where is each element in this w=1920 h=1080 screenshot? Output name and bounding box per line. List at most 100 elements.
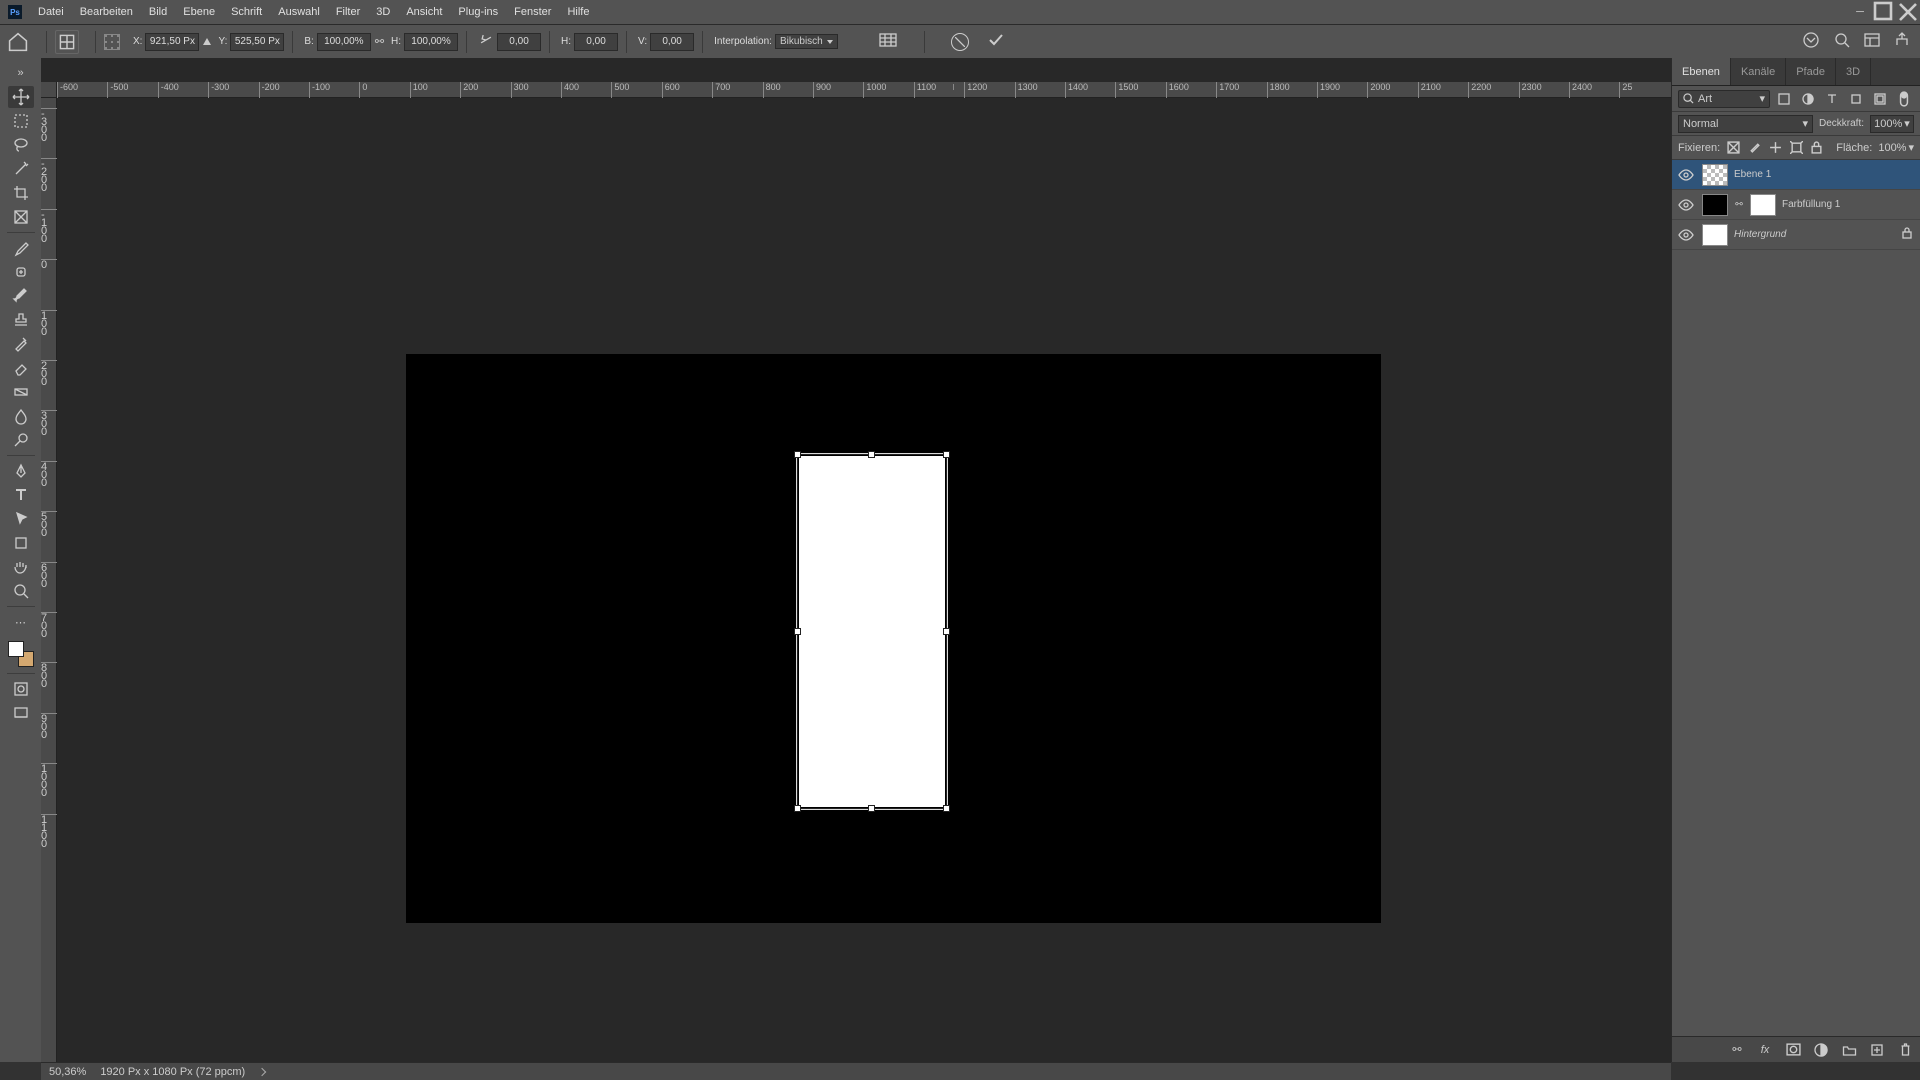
dodge-tool[interactable] <box>8 429 34 451</box>
link-icon[interactable]: ⚯ <box>375 35 384 48</box>
doc-info-readout[interactable]: 1920 Px x 1080 Px (72 ppcm) <box>100 1066 245 1078</box>
chevron-right-icon[interactable] <box>258 1067 266 1075</box>
menu-auswahl[interactable]: Auswahl <box>270 0 328 24</box>
skew-h-input[interactable] <box>574 33 618 51</box>
layer-row-farbfuellung-1[interactable]: ⚯ Farbfüllung 1 <box>1672 190 1920 220</box>
brush-tool[interactable] <box>8 285 34 307</box>
layer-name[interactable]: Farbfüllung 1 <box>1782 199 1916 210</box>
opacity-input[interactable]: 100%▾ <box>1870 115 1914 133</box>
blend-mode-select[interactable]: Normal▾ <box>1678 115 1813 133</box>
foreground-color-swatch[interactable] <box>8 641 24 657</box>
menu-fenster[interactable]: Fenster <box>506 0 559 24</box>
layer-filter-select[interactable]: Art ▾ <box>1678 90 1770 108</box>
transform-tool-icon[interactable] <box>55 30 79 54</box>
filter-type-icon[interactable] <box>1822 90 1842 108</box>
pen-tool[interactable] <box>8 460 34 482</box>
history-brush-tool[interactable] <box>8 333 34 355</box>
height-input[interactable] <box>404 33 458 51</box>
lock-all-icon[interactable] <box>1809 140 1824 156</box>
window-close-button[interactable] <box>1896 0 1920 24</box>
new-group-button[interactable] <box>1840 1041 1858 1059</box>
interpolation-select[interactable]: Bikubisch <box>775 34 838 49</box>
layer-name[interactable]: Ebene 1 <box>1734 169 1916 180</box>
share-icon[interactable] <box>1894 32 1910 51</box>
commit-transform-button[interactable] <box>987 31 1005 52</box>
cloud-docs-icon[interactable] <box>1802 31 1820 52</box>
lasso-tool[interactable] <box>8 134 34 156</box>
menu-datei[interactable]: Datei <box>30 0 72 24</box>
menu-3d[interactable]: 3D <box>368 0 398 24</box>
menu-plugins[interactable]: Plug-ins <box>450 0 506 24</box>
layer-mask-thumbnail[interactable] <box>1750 194 1776 216</box>
tab-pfade[interactable]: Pfade <box>1786 58 1836 85</box>
filter-adjust-icon[interactable] <box>1798 90 1818 108</box>
add-mask-button[interactable] <box>1784 1041 1802 1059</box>
menu-hilfe[interactable]: Hilfe <box>559 0 597 24</box>
marquee-tool[interactable] <box>8 110 34 132</box>
layer-thumbnail[interactable] <box>1702 194 1728 216</box>
path-select-tool[interactable] <box>8 508 34 530</box>
canvas-area[interactable] <box>57 98 1671 1062</box>
lock-icon[interactable] <box>1902 227 1916 242</box>
layer-row-ebene-1[interactable]: Ebene 1 <box>1672 160 1920 190</box>
lock-position-icon[interactable] <box>1768 140 1783 156</box>
tab-3d[interactable]: 3D <box>1836 58 1871 85</box>
wand-tool[interactable] <box>8 158 34 180</box>
eyedropper-tool[interactable] <box>8 237 34 259</box>
rotation-input[interactable] <box>497 33 541 51</box>
filter-pixel-icon[interactable] <box>1774 90 1794 108</box>
edit-toolbar[interactable]: ⋯ <box>8 611 34 633</box>
search-icon[interactable] <box>1834 32 1850 51</box>
link-layers-button[interactable]: ⚯ <box>1728 1041 1746 1059</box>
crop-tool[interactable] <box>8 182 34 204</box>
tab-kanaele[interactable]: Kanäle <box>1731 58 1786 85</box>
lock-artboard-icon[interactable] <box>1789 140 1804 156</box>
move-tool[interactable] <box>8 86 34 108</box>
layer-thumbnail[interactable] <box>1702 164 1728 186</box>
window-minimize-button[interactable]: ─ <box>1848 0 1872 24</box>
visibility-toggle[interactable] <box>1676 229 1696 241</box>
type-tool[interactable] <box>8 484 34 506</box>
reference-point-selector[interactable] <box>104 34 120 50</box>
fill-input[interactable]: 100%▾ <box>1878 141 1914 154</box>
filter-shape-icon[interactable] <box>1846 90 1866 108</box>
shape-tool[interactable] <box>8 532 34 554</box>
menu-schrift[interactable]: Schrift <box>223 0 270 24</box>
zoom-readout[interactable]: 50,36% <box>49 1066 86 1078</box>
skew-v-input[interactable] <box>650 33 694 51</box>
screenmode-toggle[interactable] <box>8 702 34 724</box>
menu-bearbeiten[interactable]: Bearbeiten <box>72 0 141 24</box>
hand-tool[interactable] <box>8 556 34 578</box>
menu-ansicht[interactable]: Ansicht <box>398 0 450 24</box>
x-input[interactable] <box>145 33 199 51</box>
layer-style-button[interactable]: fx <box>1756 1041 1774 1059</box>
warp-mode-button[interactable] <box>878 32 898 51</box>
filter-toggle-switch[interactable] <box>1894 90 1914 108</box>
color-swatches[interactable] <box>6 639 36 669</box>
frame-tool[interactable] <box>8 206 34 228</box>
stamp-tool[interactable] <box>8 309 34 331</box>
home-button[interactable] <box>6 30 30 54</box>
gradient-tool[interactable] <box>8 381 34 403</box>
layer-name[interactable]: Hintergrund <box>1734 229 1896 240</box>
delta-icon[interactable] <box>203 38 211 45</box>
width-input[interactable] <box>317 33 371 51</box>
menu-ebene[interactable]: Ebene <box>175 0 223 24</box>
layer-thumbnail[interactable] <box>1702 224 1728 246</box>
quickmask-toggle[interactable] <box>8 678 34 700</box>
blur-tool[interactable] <box>8 405 34 427</box>
eraser-tool[interactable] <box>8 357 34 379</box>
new-layer-button[interactable] <box>1868 1041 1886 1059</box>
lock-transparent-icon[interactable] <box>1726 140 1741 156</box>
delete-layer-button[interactable] <box>1896 1041 1914 1059</box>
cancel-transform-button[interactable] <box>951 33 969 51</box>
collapse-arrow[interactable]: » <box>8 62 34 84</box>
visibility-toggle[interactable] <box>1676 169 1696 181</box>
adjustment-layer-button[interactable] <box>1812 1041 1830 1059</box>
tab-ebenen[interactable]: Ebenen <box>1672 58 1731 85</box>
layer-row-hintergrund[interactable]: Hintergrund <box>1672 220 1920 250</box>
lock-pixels-icon[interactable] <box>1747 140 1762 156</box>
visibility-toggle[interactable] <box>1676 199 1696 211</box>
filter-smart-icon[interactable] <box>1870 90 1890 108</box>
workspace-icon[interactable] <box>1864 32 1880 51</box>
